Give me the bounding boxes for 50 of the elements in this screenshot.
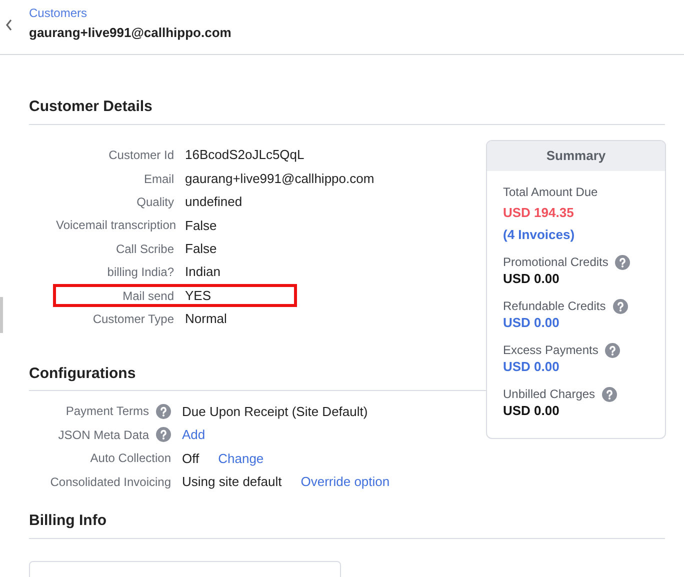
help-icon[interactable] (615, 254, 630, 270)
amount-label: Total Amount Due (503, 184, 599, 201)
field-value: False (185, 240, 217, 258)
amount-label: Promotional Credits (503, 254, 608, 270)
amount-value: USD 0.00 (503, 402, 560, 420)
add-link[interactable]: Add (182, 425, 206, 445)
field-label: Mail send (122, 288, 174, 305)
amount-link[interactable]: USD 0.00 (503, 314, 649, 332)
field-value: undefined (185, 193, 242, 212)
field-value: False (185, 216, 217, 235)
field-label: Email (142, 170, 174, 188)
help-icon[interactable] (156, 427, 171, 442)
field-label: Customer Type (92, 310, 174, 328)
summary-title: Summary (546, 147, 606, 166)
amount-label: Unbilled Charges (503, 386, 596, 402)
amount-value: USD 0.00 (503, 270, 560, 288)
field-label: Consolidated Invoicing (50, 474, 171, 491)
field-label: Customer Id (108, 147, 174, 164)
amount-label: Refundable Credits (503, 298, 606, 314)
section-heading: Billing Info (29, 512, 106, 530)
help-icon[interactable] (156, 404, 171, 419)
help-icon[interactable] (612, 298, 628, 314)
action-link[interactable]: Override option (300, 472, 390, 492)
page-title: gaurang+live991@callhippo.com (29, 24, 232, 42)
field-label: Payment Terms (66, 403, 149, 420)
field-label: JSON Meta Data (58, 426, 149, 444)
field-value: 16BcodS2oJLc5QqL (185, 146, 304, 164)
field-label: Voicemail transcription (56, 217, 174, 234)
field-value: Normal (185, 310, 227, 328)
help-icon[interactable] (602, 386, 618, 402)
back-icon[interactable] (5, 19, 13, 31)
field-label: Quality (136, 194, 174, 211)
section-heading: Customer Details (29, 98, 152, 116)
field-label: Call Scribe (114, 240, 174, 258)
invoices-link[interactable]: (4 Invoices) (503, 224, 649, 244)
field-value: Off (182, 450, 200, 468)
help-icon[interactable] (605, 342, 620, 358)
section-heading: Configurations (29, 364, 136, 383)
breadcrumb-link[interactable]: Customers (29, 4, 232, 22)
field-label: Auto Collection (90, 450, 171, 468)
field-value: Using site default (182, 473, 282, 492)
amount-due: USD 194.35 (503, 204, 575, 222)
amount-label: Excess Payments (503, 342, 598, 358)
action-link[interactable]: Change (218, 448, 264, 468)
field-value: YES (185, 286, 212, 305)
amount-link[interactable]: USD 0.00 (503, 358, 649, 376)
field-value: gaurang+live991@callhippo.com (185, 170, 374, 188)
field-value: Indian (185, 263, 220, 282)
field-label: billing India? (106, 264, 174, 282)
field-value: Due Upon Receipt (Site Default) (182, 402, 368, 421)
